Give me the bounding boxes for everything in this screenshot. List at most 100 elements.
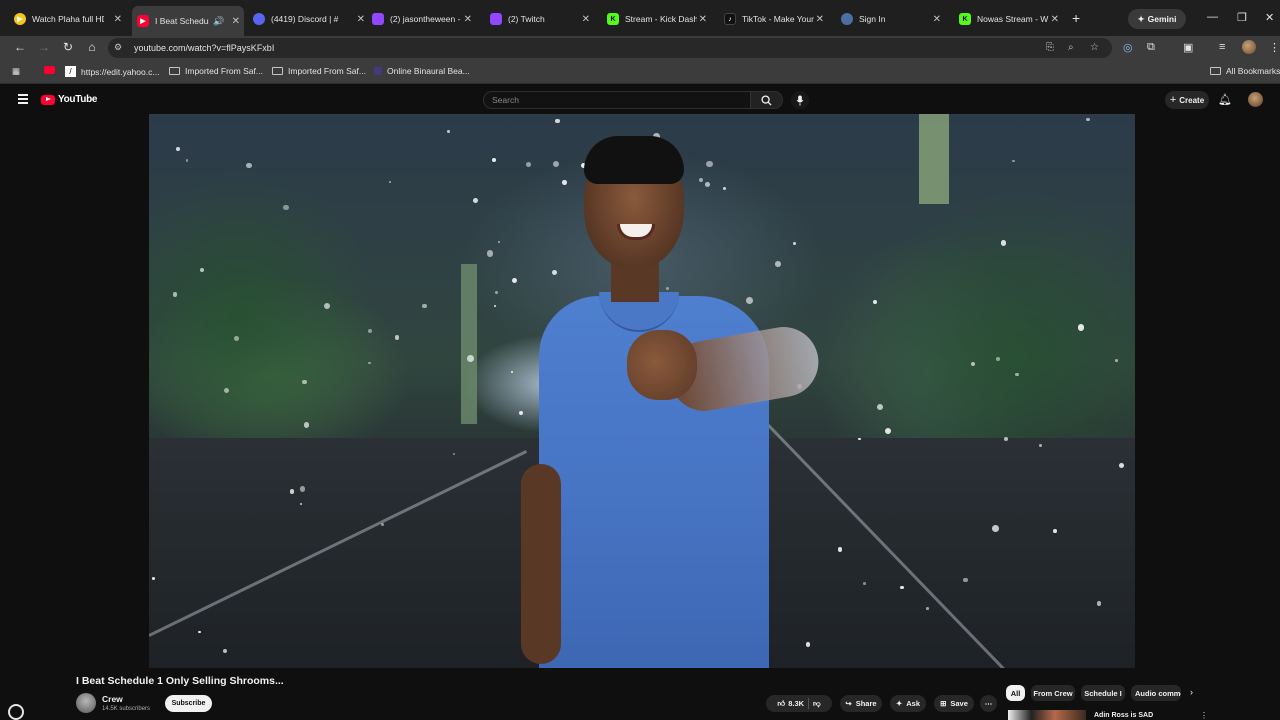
thumbs-down-icon: 👎︎: [813, 698, 821, 708]
tab-jasontheween[interactable]: (2) jasontheween - ✕: [372, 7, 476, 31]
notifications-bell-icon[interactable]: 🔔︎: [1218, 93, 1232, 106]
tab-nowas-stream[interactable]: K Nowas Stream - W ✕: [959, 7, 1063, 31]
close-tab-icon[interactable]: ✕: [1051, 14, 1059, 25]
subscribe-button[interactable]: Subscribe: [165, 695, 212, 712]
close-tab-icon[interactable]: ✕: [933, 14, 941, 25]
tab-watch-plaha[interactable]: ▶ Watch Plaha full HD ✕: [14, 7, 126, 31]
voice-search-button[interactable]: [791, 91, 809, 109]
youtube-header: YouTube + Create 🔔︎: [0, 85, 1280, 114]
forward-arrow-icon[interactable]: →: [36, 40, 52, 54]
snowflake: [1114, 359, 1118, 362]
chevron-right-icon[interactable]: ›: [1190, 687, 1193, 697]
snowflake: [1086, 117, 1090, 122]
snowflake: [1012, 159, 1015, 162]
chip-from-crew[interactable]: From Crew: [1031, 685, 1075, 701]
tab-sign-in[interactable]: Sign In ✕: [841, 7, 945, 31]
chrome-extension-icon[interactable]: ◎: [1123, 41, 1133, 54]
snowflake: [926, 606, 929, 610]
bookmark-youtube[interactable]: [44, 66, 55, 74]
video-background-sign: [919, 114, 949, 204]
extensions-puzzle-icon[interactable]: ⧉: [1147, 41, 1155, 54]
search-button[interactable]: [751, 91, 783, 109]
snowflake: [492, 157, 496, 162]
close-tab-icon[interactable]: ✕: [232, 16, 240, 27]
snowflake: [493, 304, 497, 307]
folder-icon: [1210, 67, 1221, 75]
close-window-icon[interactable]: ✕: [1265, 11, 1274, 24]
snowflake: [233, 335, 239, 341]
subscriber-count: 14.5K subscribers: [102, 706, 151, 712]
recommended-video-thumbnail[interactable]: [1008, 710, 1086, 720]
bookmark-yahoo[interactable]: / https://edit.yahoo.c...: [65, 66, 159, 77]
snowflake: [151, 576, 155, 580]
dislike-button[interactable]: 👎︎: [813, 699, 821, 709]
browser-profile-avatar[interactable]: [1242, 40, 1256, 54]
recommended-video-title[interactable]: Adin Ross is SAD: [1094, 712, 1153, 719]
zoom-icon[interactable]: ⌕: [1068, 42, 1074, 53]
home-icon[interactable]: ⌂: [84, 40, 100, 54]
gemini-button[interactable]: ✦ Gemini: [1128, 9, 1186, 29]
new-tab-icon[interactable]: +: [1072, 10, 1080, 26]
search-input[interactable]: [492, 95, 732, 105]
video-background-pole: [461, 264, 477, 424]
chip-schedule-i[interactable]: Schedule I: [1081, 685, 1125, 701]
tab-tiktok[interactable]: ♪ TikTok - Make Your ✕: [724, 7, 828, 31]
more-vertical-icon[interactable]: ⋮: [1200, 711, 1208, 720]
tab-twitch[interactable]: (2) Twitch ✕: [490, 7, 594, 31]
snowflake: [837, 547, 843, 552]
close-tab-icon[interactable]: ✕: [582, 14, 590, 25]
like-button[interactable]: 👍︎ 8.3K: [777, 699, 804, 709]
close-tab-icon[interactable]: ✕: [816, 14, 824, 25]
bookmark-star-icon[interactable]: ☆: [1090, 42, 1099, 53]
bookmark-binaural[interactable]: Online Binaural Bea...: [374, 66, 470, 76]
close-tab-icon[interactable]: ✕: [114, 14, 122, 25]
save-button[interactable]: ⊞ Save: [934, 695, 974, 712]
snowflake: [885, 427, 892, 434]
folder-icon: [169, 67, 180, 75]
account-avatar[interactable]: [1248, 92, 1263, 107]
bookmark-folder-2[interactable]: Imported From Saf...: [272, 66, 366, 76]
url-text[interactable]: youtube.com/watch?v=flPaysKFxbI: [134, 43, 274, 53]
browser-settings-icon[interactable]: [8, 704, 24, 720]
minimize-icon[interactable]: —: [1207, 11, 1218, 23]
tab-kick-dashboard[interactable]: K Stream - Kick Dash ✕: [607, 7, 711, 31]
channel-name[interactable]: Crew: [102, 694, 123, 704]
install-app-icon[interactable]: ⎘: [1046, 42, 1054, 53]
address-bar[interactable]: ⚙ youtube.com/watch?v=flPaysKFxbI ⎘ ⌕ ☆: [108, 38, 1112, 58]
chrome-menu-icon[interactable]: ⋮: [1269, 41, 1280, 54]
snowflake: [185, 158, 189, 162]
apps-grid-icon[interactable]: ▦: [12, 66, 20, 77]
snowflake: [494, 290, 498, 294]
reload-icon[interactable]: ↻: [60, 40, 76, 54]
youtube-play-icon: [41, 94, 55, 105]
more-actions-button[interactable]: ⋯: [980, 695, 997, 712]
side-panel-icon[interactable]: ▣: [1183, 41, 1193, 54]
twitch-icon: [372, 13, 384, 25]
video-subject-person: [521, 124, 824, 668]
site-settings-icon[interactable]: ⚙: [114, 42, 122, 53]
close-tab-icon[interactable]: ✕: [357, 14, 365, 25]
restore-icon[interactable]: ❐: [1237, 11, 1247, 24]
ask-button[interactable]: ✦ Ask: [890, 695, 926, 712]
discord-icon: [253, 13, 265, 25]
video-background-tree: [149, 154, 369, 474]
close-tab-icon[interactable]: ✕: [699, 14, 707, 25]
share-button[interactable]: ↪ Share: [840, 695, 882, 712]
save-playlist-icon: ⊞: [940, 699, 947, 708]
all-bookmarks[interactable]: All Bookmarks: [1210, 66, 1280, 76]
chip-all[interactable]: All: [1006, 685, 1025, 701]
site-icon: [374, 67, 382, 75]
speaker-icon[interactable]: 🔊: [213, 16, 224, 27]
back-arrow-icon[interactable]: ←: [12, 40, 28, 54]
create-button[interactable]: + Create: [1165, 91, 1209, 109]
channel-avatar[interactable]: [76, 693, 96, 713]
snowflake: [512, 278, 518, 284]
chip-audio-commentary[interactable]: Audio comme: [1131, 685, 1181, 701]
bookmark-folder-1[interactable]: Imported From Saf...: [169, 66, 263, 76]
close-tab-icon[interactable]: ✕: [464, 14, 472, 25]
video-player[interactable]: [149, 114, 1135, 668]
hamburger-menu-icon[interactable]: [18, 94, 28, 106]
tab-youtube-active[interactable]: ▶ I Beat Schedule 🔊 ✕: [132, 6, 244, 36]
media-controls-icon[interactable]: ≡: [1219, 41, 1225, 53]
youtube-logo[interactable]: YouTube: [41, 94, 98, 105]
